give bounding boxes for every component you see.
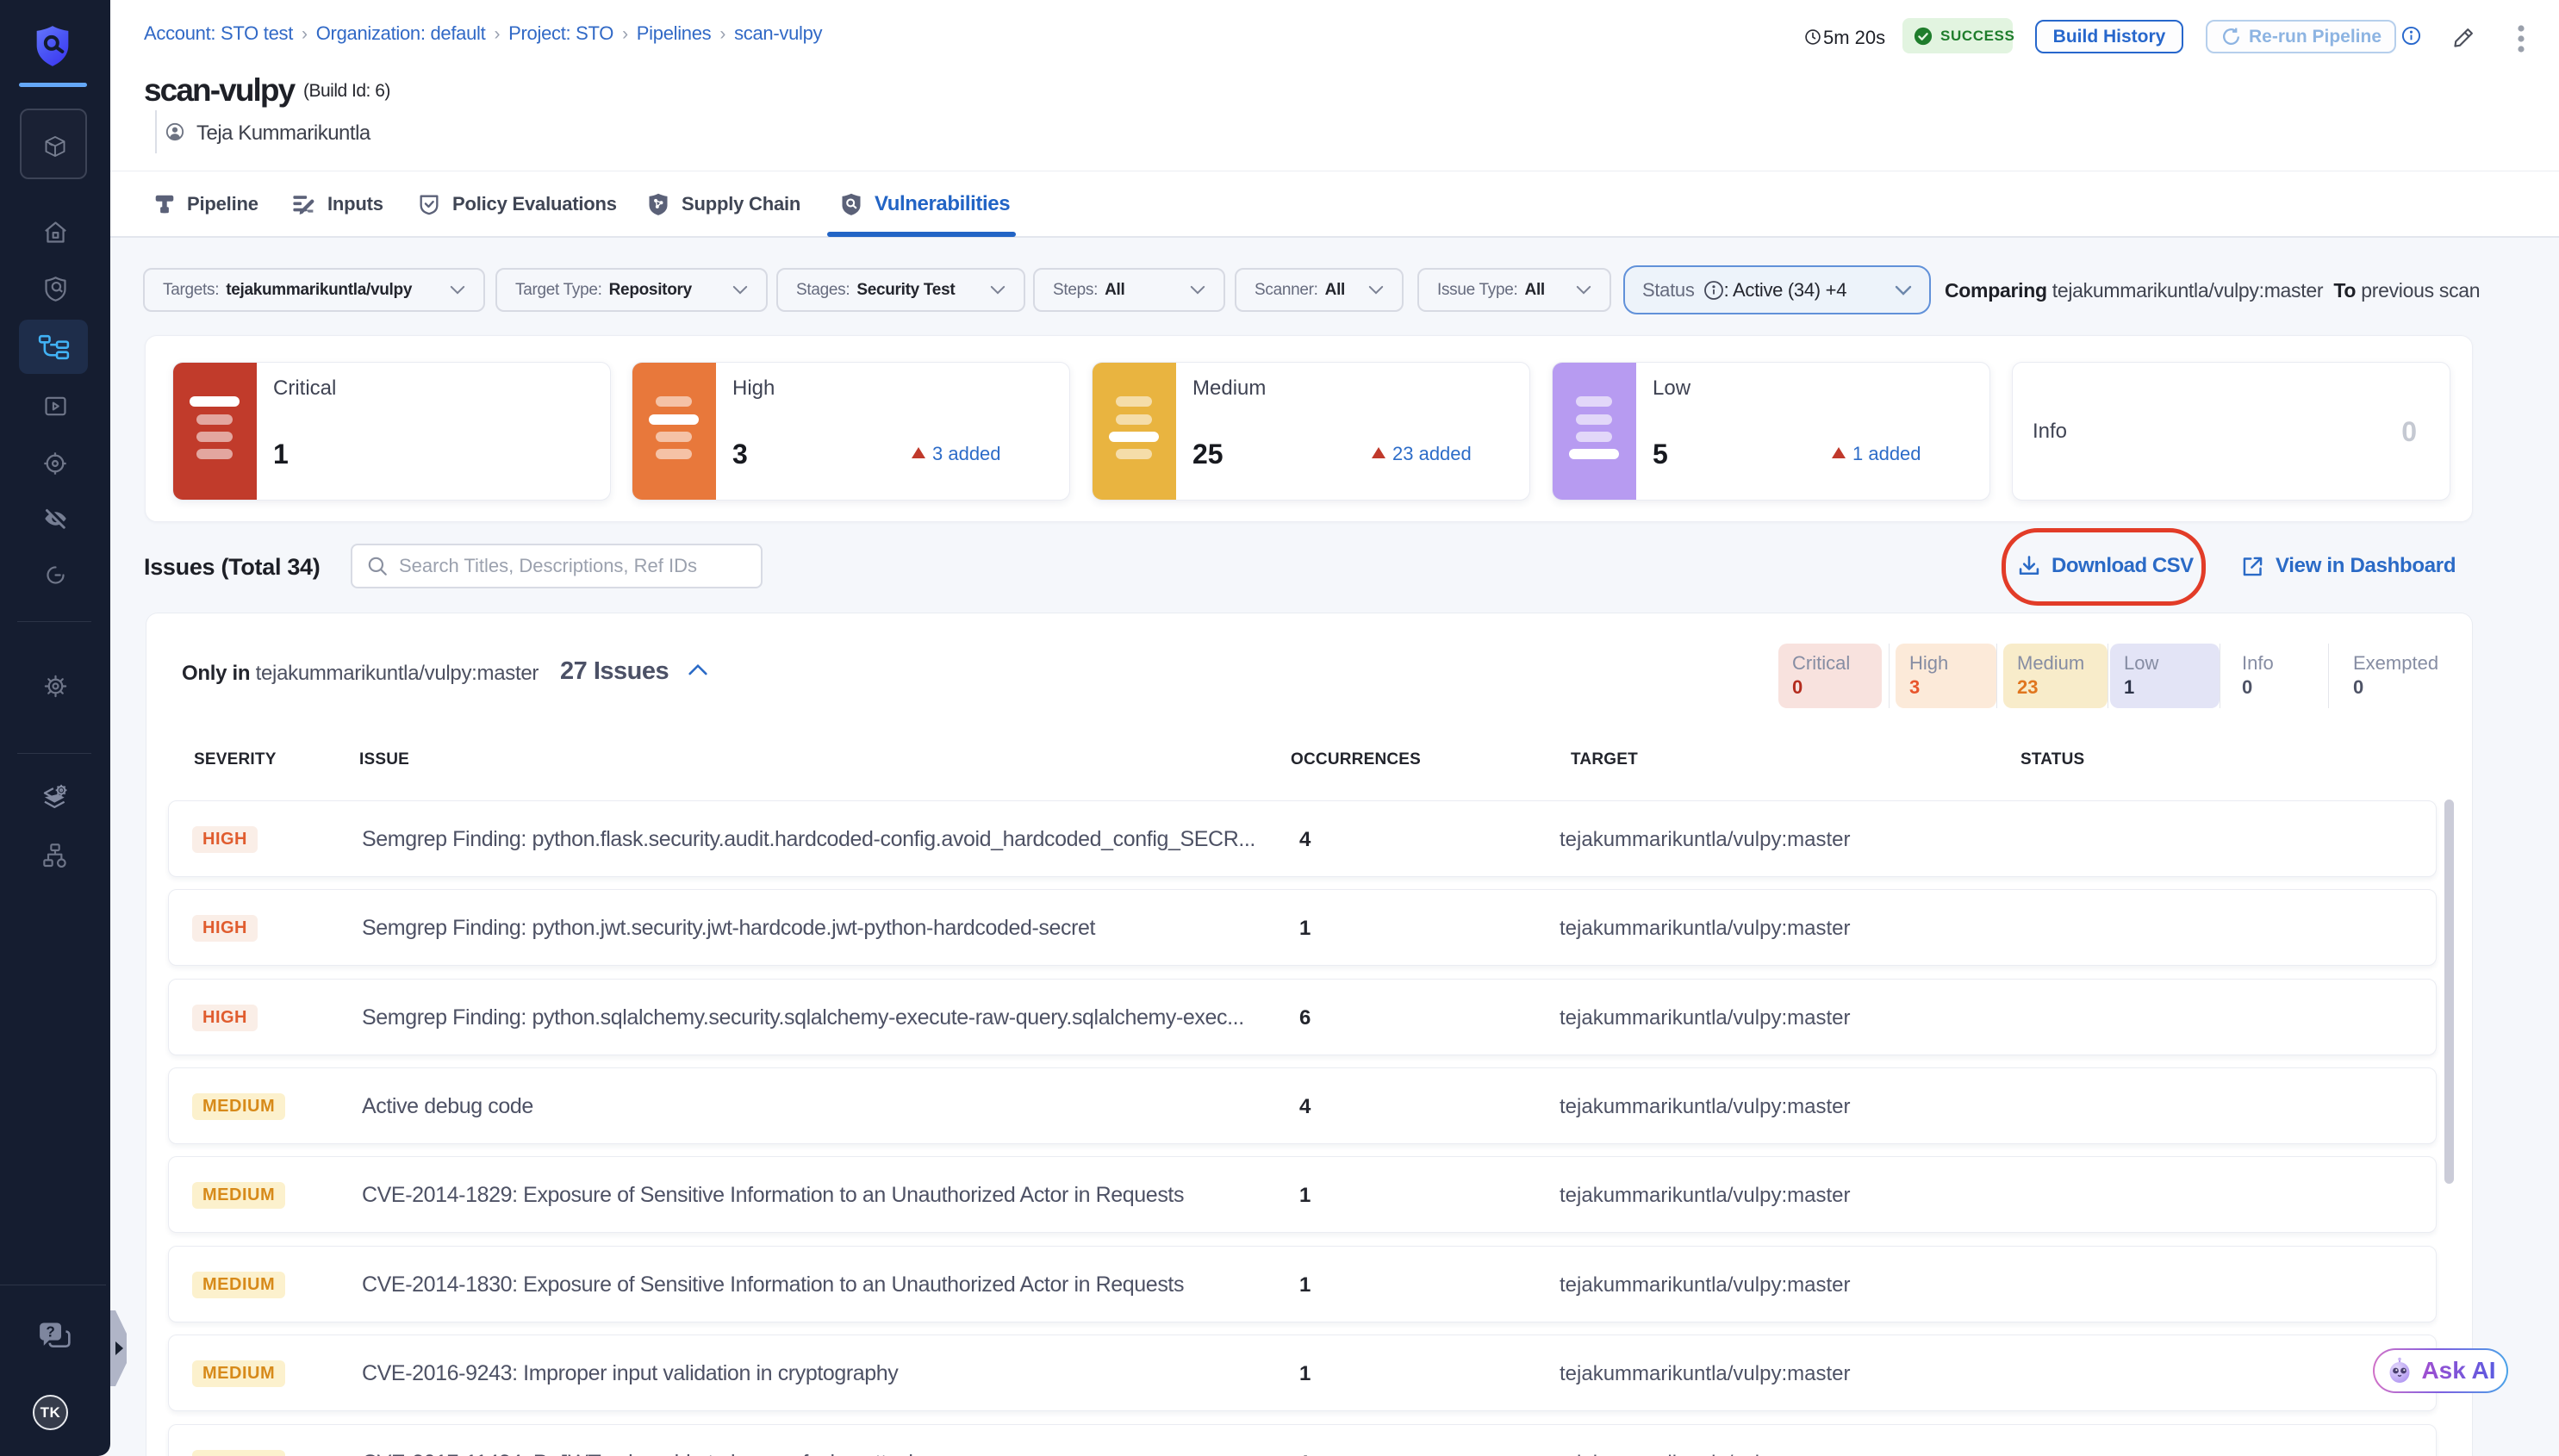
svg-text:?: ? <box>46 1323 54 1340</box>
